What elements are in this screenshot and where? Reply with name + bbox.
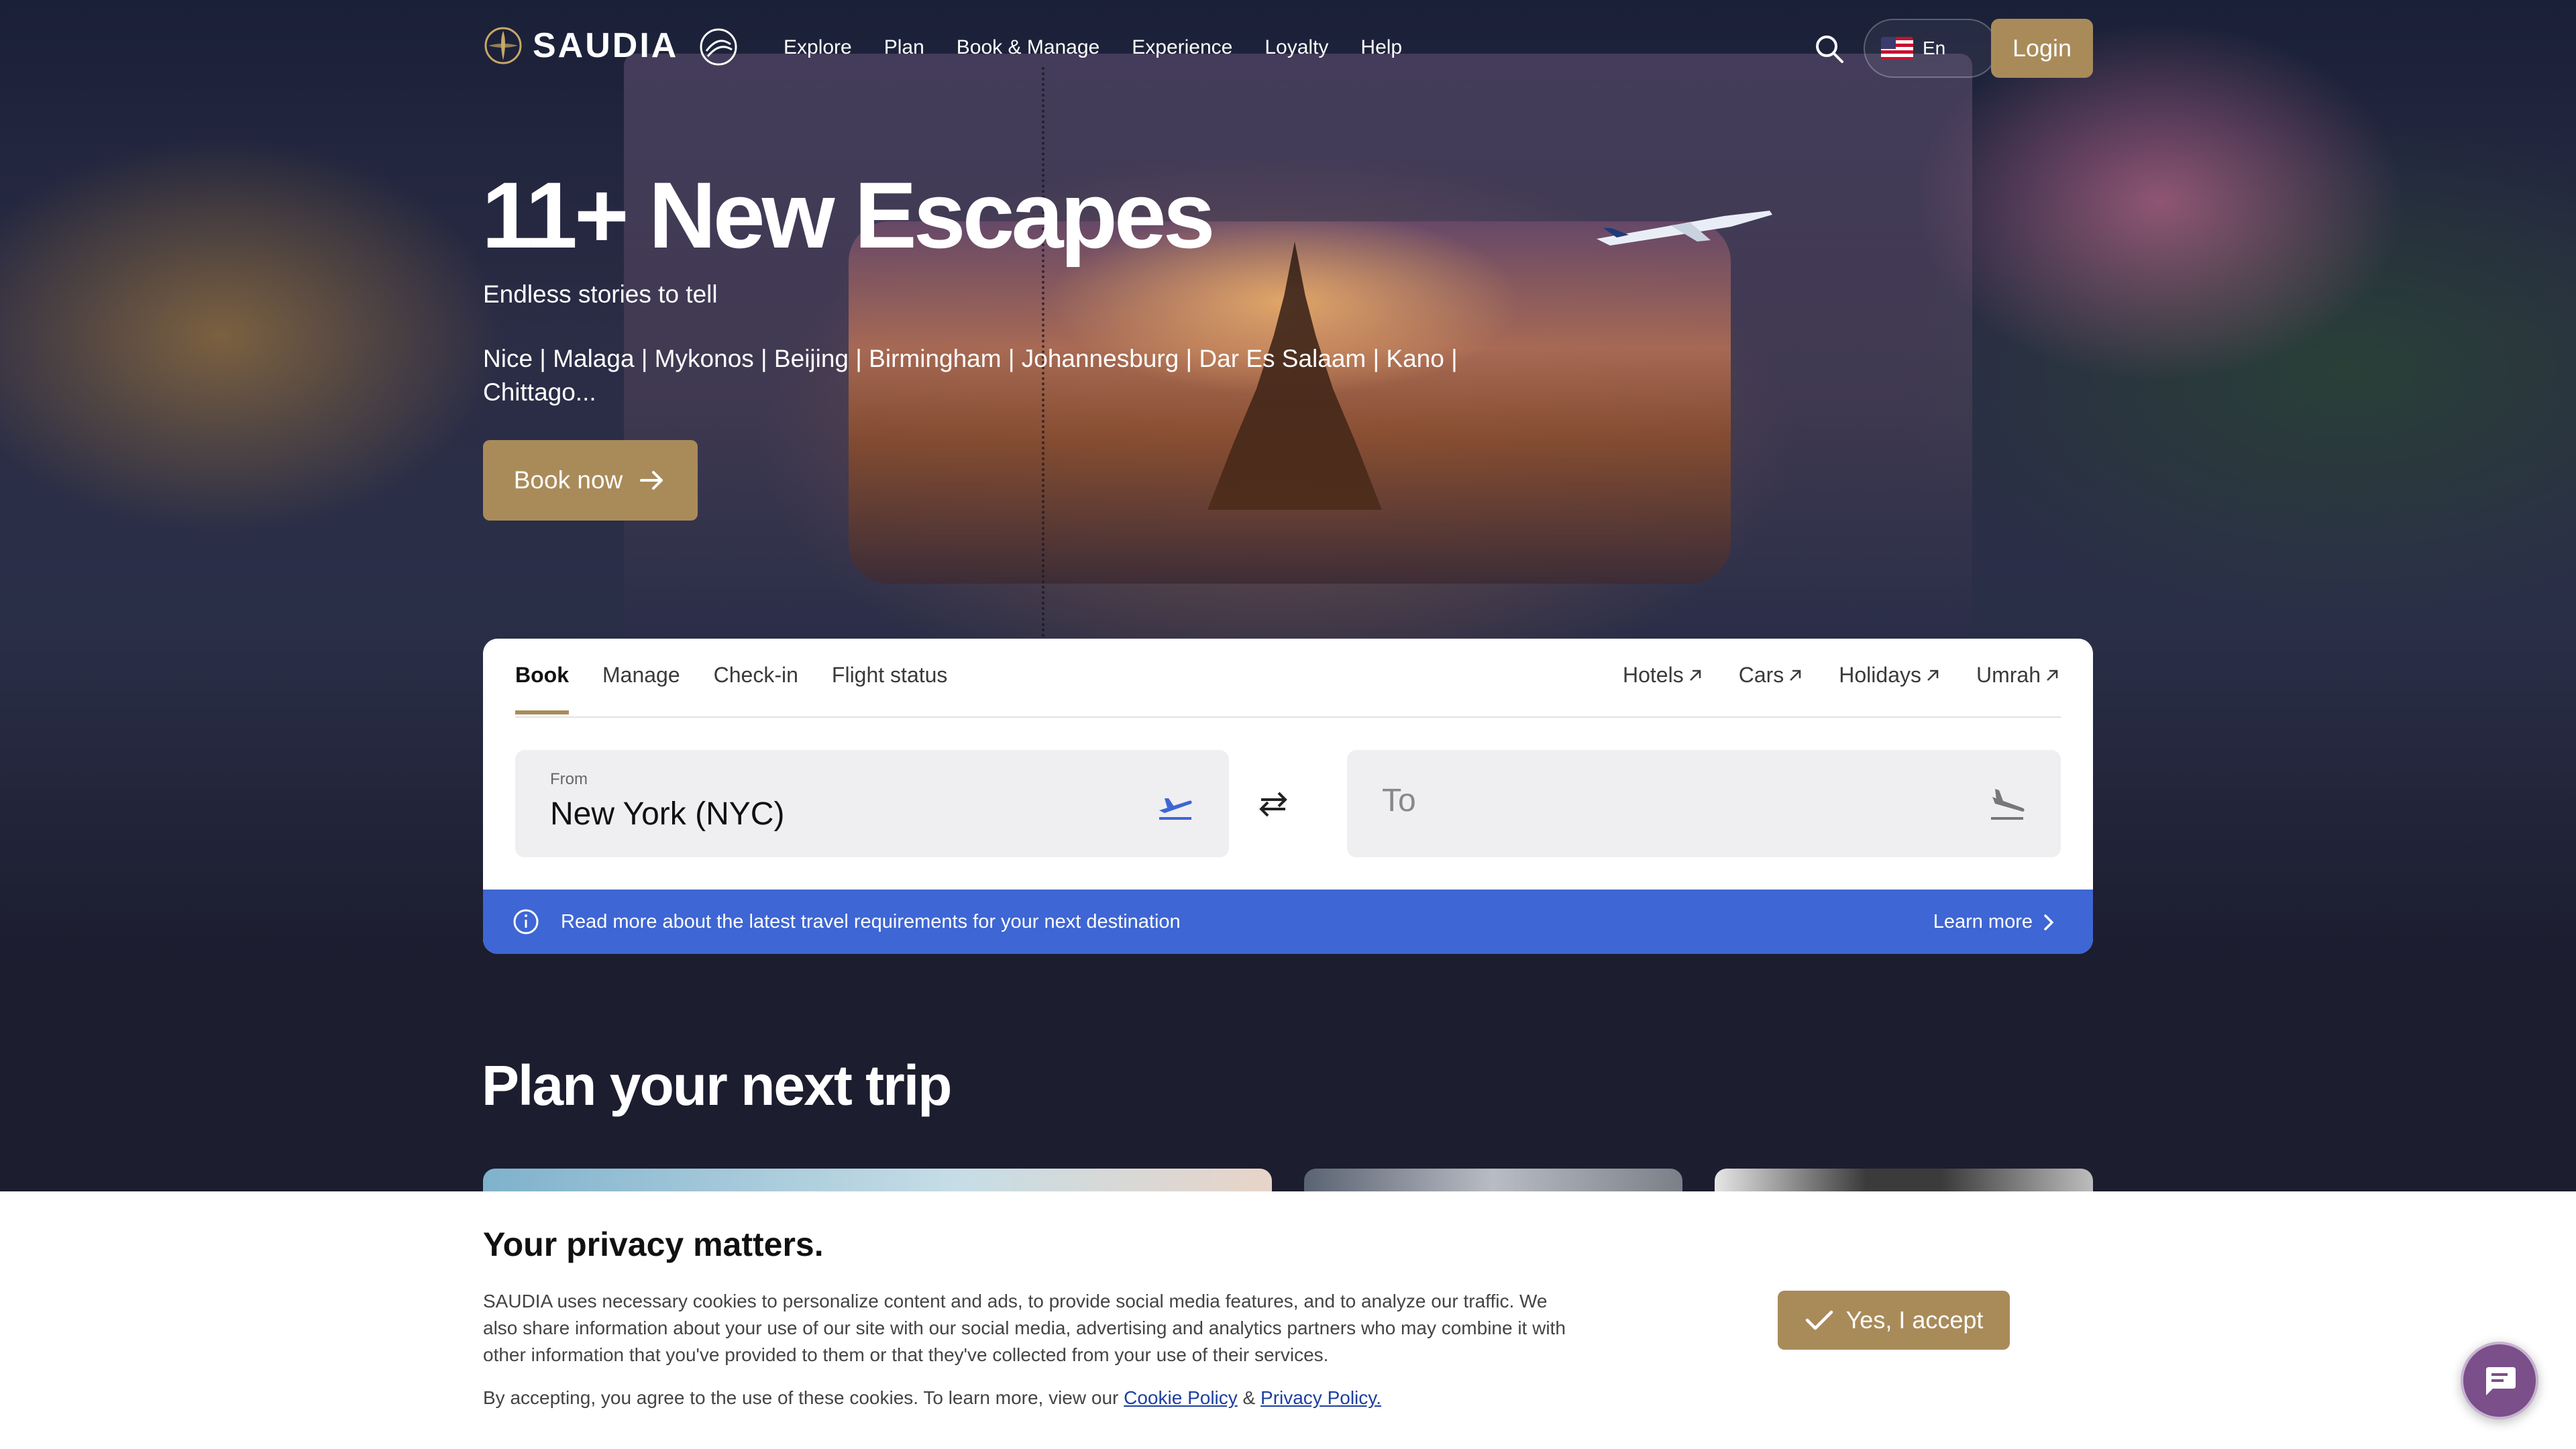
link-umrah[interactable]: Umrah [1976,663,2061,688]
plan-section-title: Plan your next trip [482,1054,952,1117]
hero-title: 11+ New Escapes [482,162,1216,268]
privacy-policy-link[interactable]: Privacy Policy. [1260,1387,1381,1408]
tab-book[interactable]: Book [515,663,569,714]
nav-experience[interactable]: Experience [1132,36,1232,59]
skyteam-badge-icon [700,28,737,66]
chat-icon [2486,1367,2516,1395]
from-label: From [550,770,588,788]
external-arrow-icon [2047,669,2058,681]
hero-destinations: Nice | Malaga | Mykonos | Beijing | Birm… [483,345,1458,406]
external-links: Hotels Cars Holidays Umrah [1623,663,2061,688]
booking-widget: Book Manage Check-in Flight status Hotel… [483,639,2093,954]
logo-text: SAUDIA [533,26,679,65]
tabs-divider [515,716,2061,718]
tab-manage[interactable]: Manage [602,663,680,714]
link-holidays-label: Holidays [1839,663,1921,687]
link-hotels-label: Hotels [1623,663,1684,687]
search-icon[interactable] [1811,31,1849,68]
landing-icon [1991,789,2025,820]
cookie-policy-link[interactable]: Cookie Policy [1124,1387,1238,1408]
nav-loyalty[interactable]: Loyalty [1265,36,1328,59]
saudia-logo[interactable]: SAUDIA [483,21,743,70]
cookie-banner: Your privacy matters. SAUDIA uses necess… [0,1191,2576,1449]
external-arrow-icon [1689,669,1701,681]
travel-info-bar: Read more about the latest travel requir… [483,890,2093,954]
hero-subtitle: Endless stories to tell [483,280,718,308]
external-arrow-icon [1927,669,1939,681]
nav-help[interactable]: Help [1360,36,1402,59]
travel-info-text: Read more about the latest travel requir… [561,911,1181,932]
book-now-button[interactable]: Book now [483,440,698,521]
cookie-title: Your privacy matters. [483,1226,824,1263]
chat-button[interactable] [2461,1342,2538,1419]
nav-explore[interactable]: Explore [784,36,852,59]
nav-plan[interactable]: Plan [884,36,924,59]
tab-check-in[interactable]: Check-in [714,663,798,714]
takeoff-icon [1159,798,1192,820]
cookie-body: SAUDIA uses necessary cookies to persona… [483,1291,1566,1365]
link-cars[interactable]: Cars [1739,663,1805,688]
link-holidays[interactable]: Holidays [1839,663,1941,688]
cookie-consent-prefix: By accepting, you agree to the use of th… [483,1387,1124,1408]
check-icon [1805,1310,1833,1330]
to-placeholder: To [1382,783,1416,818]
login-button[interactable]: Login [1991,19,2093,78]
cookie-amp: & [1237,1387,1261,1408]
learn-more-label: Learn more [1933,911,2033,932]
book-now-label: Book now [513,466,623,494]
link-cars-label: Cars [1738,663,1784,687]
accept-label: Yes, I accept [1845,1306,1984,1334]
arrow-right-icon [640,471,663,490]
palm-logo-icon [484,27,522,64]
to-field[interactable]: To [1347,750,2061,857]
main-nav: Explore Plan Book & Manage Experience Lo… [784,36,1402,59]
from-field[interactable]: From New York (NYC) [515,750,1229,857]
language-label: En [1923,38,1946,58]
tab-flight-status[interactable]: Flight status [832,663,948,714]
accept-cookies-button[interactable]: Yes, I accept [1778,1291,2010,1350]
nav-book-manage[interactable]: Book & Manage [957,36,1099,59]
external-arrow-icon [1790,669,1801,681]
us-flag-icon [1881,37,1913,60]
from-value: New York (NYC) [550,796,785,832]
chevron-right-icon [2044,914,2054,930]
cookie-consent-text: By accepting, you agree to the use of th… [483,1387,1381,1409]
link-hotels[interactable]: Hotels [1623,663,1704,688]
language-selector[interactable]: En [1864,19,1998,78]
site-header: SAUDIA Explore Plan Book & Manage Experi… [483,19,2093,79]
swap-icon[interactable] [1254,788,1292,820]
booking-tabs: Book Manage Check-in Flight status [515,663,947,714]
learn-more-link[interactable]: Learn more [1933,911,2055,933]
airplane-icon [1597,211,1772,246]
info-icon [513,909,539,934]
link-umrah-label: Umrah [1976,663,2041,687]
